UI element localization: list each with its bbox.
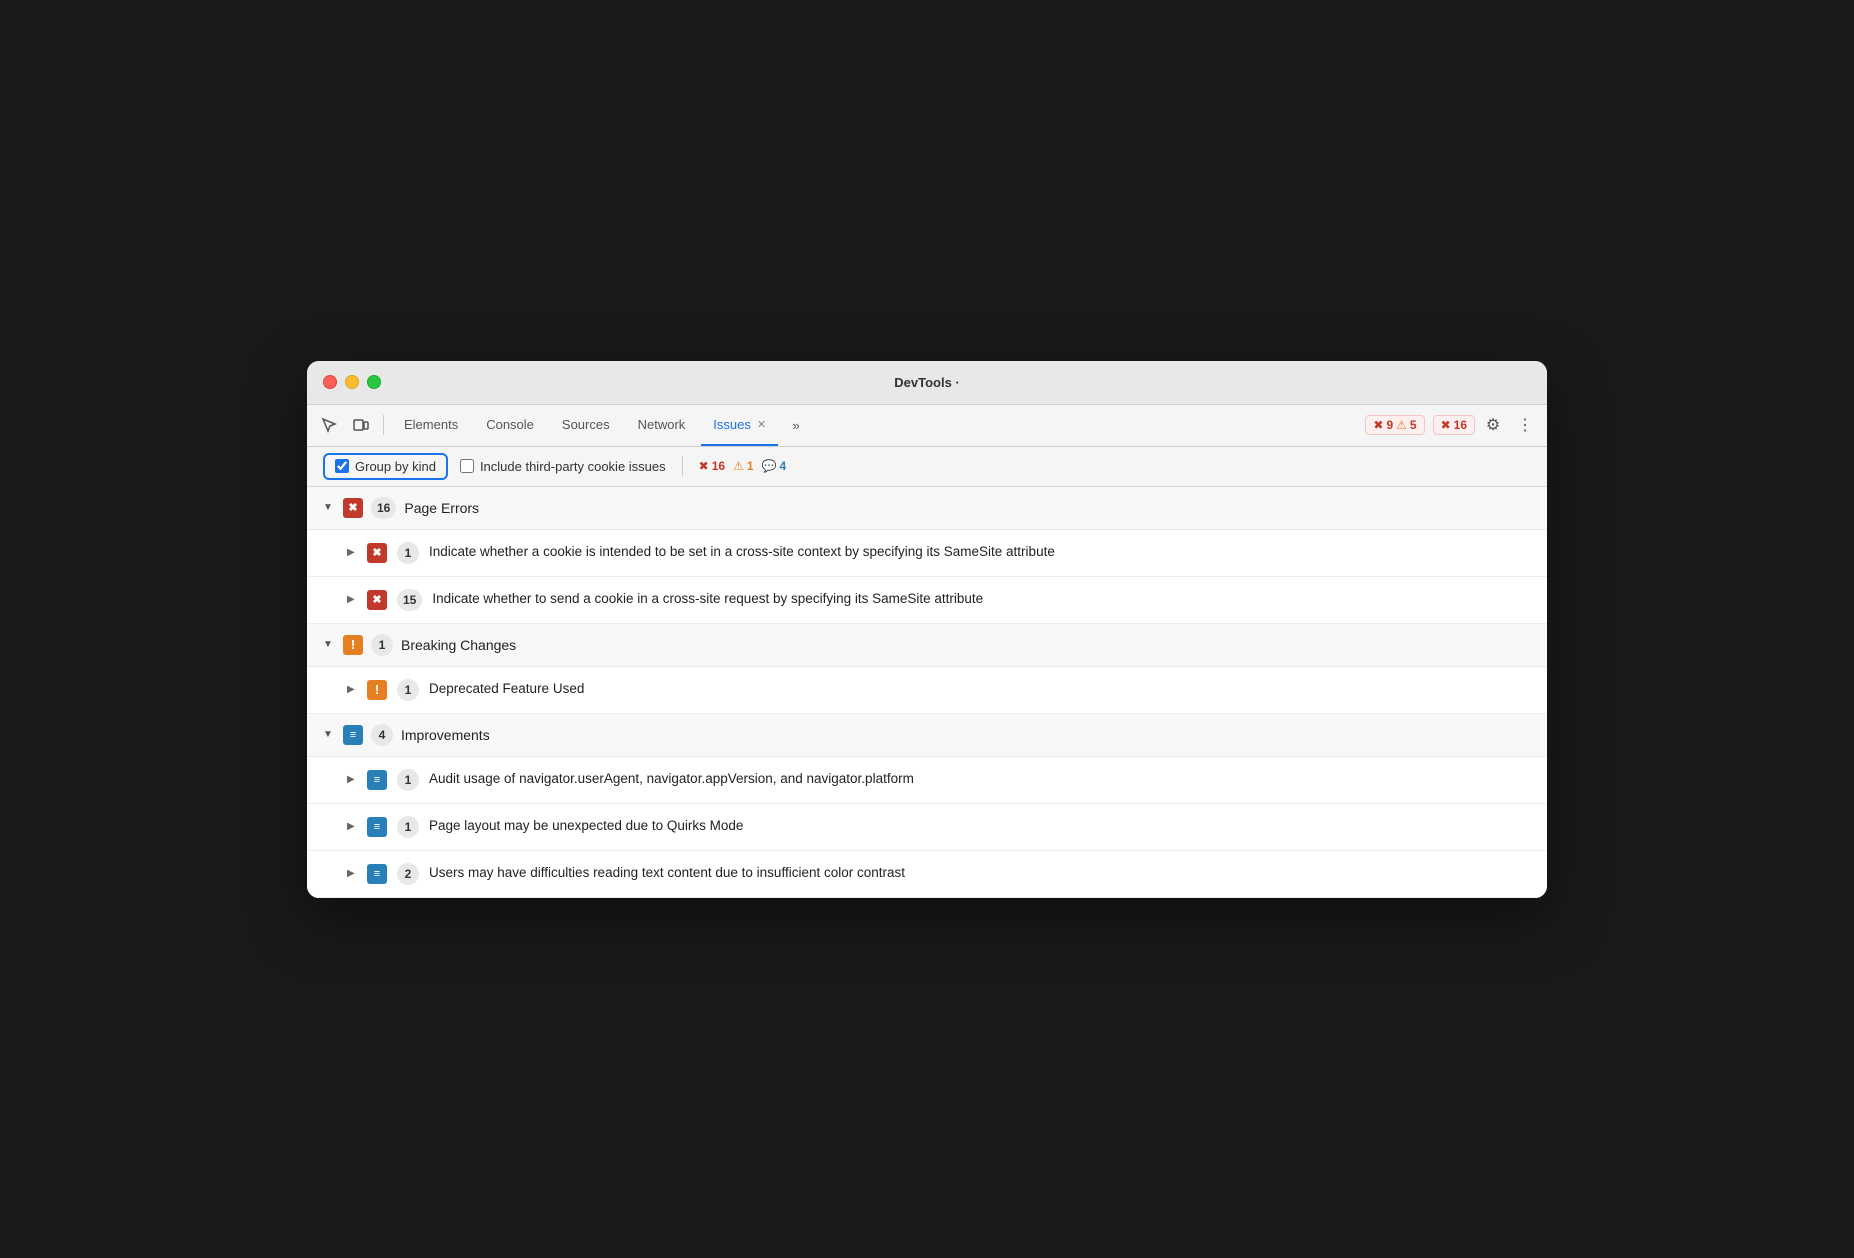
section-page-errors-count: 16 [371,497,396,519]
error-icon: ✖ [1373,418,1383,432]
issue-count-6: 2 [397,863,419,885]
issue-row-color-contrast[interactable]: ▶ ≡ 2 Users may have difficulties readin… [307,851,1547,898]
issue-text-4: Audit usage of navigator.userAgent, navi… [429,770,914,789]
section-page-errors-chevron: ▼ [323,502,335,513]
close-button[interactable] [323,375,337,389]
devtools-window: DevTools · Elements Console Sources Netw… [307,361,1547,898]
issues-error-icon: ✖ [699,459,709,473]
issue-chevron-4: ▶ [347,774,357,785]
issues-count-badges: ✖ 16 ⚠ 1 💬 4 [699,459,787,473]
tab-sources[interactable]: Sources [550,404,622,446]
group-by-kind-text: Group by kind [355,459,436,474]
tab-issues[interactable]: Issues ✕ [701,404,778,446]
issue-row-navigator[interactable]: ▶ ≡ 1 Audit usage of navigator.userAgent… [307,757,1547,804]
more-tabs-button[interactable]: » [782,411,810,439]
error-badge-2[interactable]: ✖ 16 [1433,415,1475,435]
issue-count-4: 1 [397,769,419,791]
section-breaking-changes-chevron: ▼ [323,639,335,650]
issue-count-1: 1 [397,542,419,564]
issue-icon-4: ≡ [367,770,387,790]
issue-text-6: Users may have difficulties reading text… [429,864,905,883]
issues-warn-count: ⚠ 1 [733,459,753,473]
group-by-kind-label[interactable]: Group by kind [323,453,448,480]
issues-warn-icon: ⚠ [733,459,744,473]
titlebar: DevTools · [307,361,1547,405]
section-improvements-chevron: ▼ [323,729,335,740]
issue-row-samesite-2[interactable]: ▶ ✖ 15 Indicate whether to send a cookie… [307,577,1547,624]
section-breaking-changes[interactable]: ▼ ! 1 Breaking Changes [307,624,1547,667]
warn-count: 5 [1410,418,1417,432]
warn-icon: ⚠ [1396,418,1407,432]
tab-elements[interactable]: Elements [392,404,470,446]
issue-icon-6: ≡ [367,864,387,884]
issue-text-1: Indicate whether a cookie is intended to… [429,543,1055,562]
issues-info-icon: 💬 [762,459,777,473]
issue-row-deprecated[interactable]: ▶ ! 1 Deprecated Feature Used [307,667,1547,714]
issues-error-count: ✖ 16 [699,459,725,473]
maximize-button[interactable] [367,375,381,389]
minimize-button[interactable] [345,375,359,389]
traffic-lights [323,375,381,389]
third-party-cookie-label[interactable]: Include third-party cookie issues [460,459,666,474]
section-breaking-changes-title: Breaking Changes [401,637,516,653]
issue-chevron-6: ▶ [347,868,357,879]
issue-text-3: Deprecated Feature Used [429,680,584,699]
third-party-text: Include third-party cookie issues [480,459,666,474]
section-improvements-title: Improvements [401,727,490,743]
tab-issues-close[interactable]: ✕ [757,418,766,431]
error-icon-2: ✖ [1441,418,1451,432]
issue-chevron-1: ▶ [347,547,357,558]
issue-icon-3: ! [367,680,387,700]
issue-chevron-3: ▶ [347,684,357,695]
issue-icon-5: ≡ [367,817,387,837]
error-count-2: 16 [1454,418,1467,432]
issue-icon-2: ✖ [367,590,387,610]
issue-chevron-2: ▶ [347,594,357,605]
settings-button[interactable]: ⚙ [1479,411,1507,439]
more-options-button[interactable]: ⋮ [1511,411,1539,439]
section-improvements[interactable]: ▼ ≡ 4 Improvements [307,714,1547,757]
window-title: DevTools · [894,375,960,390]
issue-count-5: 1 [397,816,419,838]
issue-chevron-5: ▶ [347,821,357,832]
main-toolbar: Elements Console Sources Network Issues … [307,405,1547,447]
third-party-cookie-checkbox[interactable] [460,459,474,473]
issue-count-2: 15 [397,589,422,611]
tab-network[interactable]: Network [626,404,698,446]
issue-icon-1: ✖ [367,543,387,563]
issues-toolbar-divider [682,456,683,476]
issue-count-3: 1 [397,679,419,701]
error-badge[interactable]: ✖ 9 ⚠ 5 [1365,415,1424,435]
section-improvements-icon: ≡ [343,725,363,745]
section-breaking-changes-icon: ! [343,635,363,655]
section-page-errors-title: Page Errors [404,500,479,516]
issues-toolbar: Group by kind Include third-party cookie… [307,447,1547,487]
inspect-element-button[interactable] [315,411,343,439]
group-by-kind-checkbox[interactable] [335,459,349,473]
section-improvements-count: 4 [371,724,393,746]
issue-row-quirks-mode[interactable]: ▶ ≡ 1 Page layout may be unexpected due … [307,804,1547,851]
issues-info-count: 💬 4 [762,459,787,473]
issue-text-2: Indicate whether to send a cookie in a c… [432,590,983,609]
error-count: 9 [1386,418,1393,432]
toolbar-divider-1 [383,415,384,435]
section-page-errors-icon: ✖ [343,498,363,518]
issue-row-samesite-1[interactable]: ▶ ✖ 1 Indicate whether a cookie is inten… [307,530,1547,577]
issue-text-5: Page layout may be unexpected due to Qui… [429,817,743,836]
device-toolbar-button[interactable] [347,411,375,439]
tab-console[interactable]: Console [474,404,546,446]
issues-content: ▼ ✖ 16 Page Errors ▶ ✖ 1 Indicate whethe… [307,487,1547,898]
section-page-errors[interactable]: ▼ ✖ 16 Page Errors [307,487,1547,530]
section-breaking-changes-count: 1 [371,634,393,656]
